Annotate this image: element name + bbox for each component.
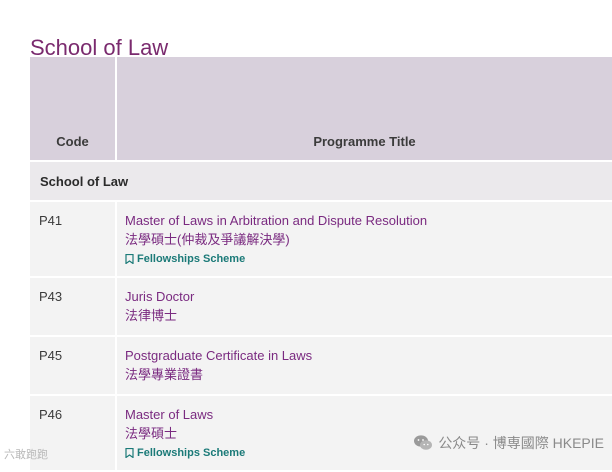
column-header-code[interactable]: Code — [30, 57, 117, 161]
watermark-right-text: 公众号 · 博専國際 HKEPIE — [438, 435, 604, 451]
table-header-row: Code Programme Title — [30, 57, 612, 161]
programme-link[interactable]: Juris Doctor — [125, 288, 612, 306]
bookmark-icon — [125, 254, 134, 264]
watermark-right: 公众号 · 博専國際 HKEPIE — [413, 433, 604, 453]
programme-table: Code Programme Title School of Law P41 M… — [30, 57, 612, 472]
watermark-left: 六敢跑跑 — [4, 449, 48, 461]
programme-title-cell: Master of Laws in Arbitration and Disput… — [116, 201, 612, 278]
column-header-title[interactable]: Programme Title — [116, 57, 612, 161]
programme-code: P45 — [30, 336, 117, 396]
programme-link[interactable]: Master of Laws — [125, 406, 612, 424]
programme-chinese-title[interactable]: 法學專業證書 — [125, 365, 612, 384]
programme-title-cell: Postgraduate Certificate in Laws 法學專業證書 — [116, 336, 612, 396]
programme-chinese-title[interactable]: 法學碩士(仲裁及爭議解決學) — [125, 230, 612, 249]
programme-code: P43 — [30, 277, 117, 337]
programme-link[interactable]: Postgraduate Certificate in Laws — [125, 347, 612, 365]
fellowships-scheme-label: Fellowships Scheme — [137, 253, 246, 265]
programme-link[interactable]: Master of Laws in Arbitration and Disput… — [125, 212, 612, 230]
group-row: School of Law — [30, 160, 612, 202]
wechat-icon — [414, 435, 433, 450]
group-label: School of Law — [30, 160, 612, 202]
table-row: P43 Juris Doctor 法律博士 — [30, 277, 612, 337]
bookmark-icon — [125, 448, 134, 458]
table-row: P45 Postgraduate Certificate in Laws 法學專… — [30, 336, 612, 396]
programme-chinese-title[interactable]: 法律博士 — [125, 306, 612, 325]
fellowships-scheme-label: Fellowships Scheme — [137, 447, 246, 459]
fellowships-scheme-link[interactable]: Fellowships Scheme — [125, 253, 612, 265]
table-row: P41 Master of Laws in Arbitration and Di… — [30, 201, 612, 278]
programme-title-cell: Juris Doctor 法律博士 — [116, 277, 612, 337]
programme-code: P41 — [30, 201, 117, 278]
